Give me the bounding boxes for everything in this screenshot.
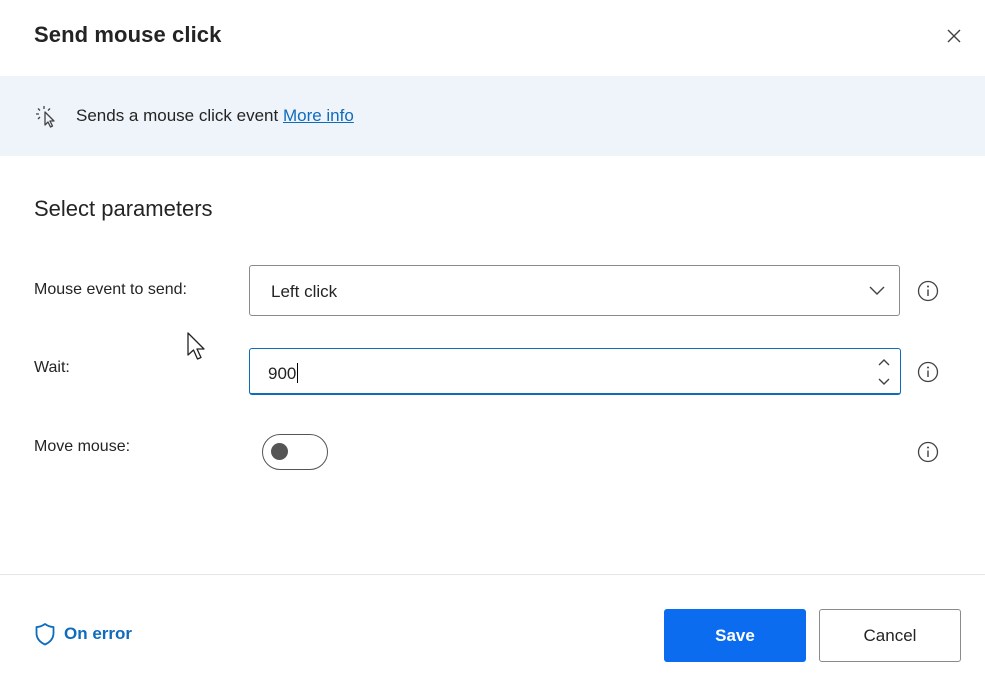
wait-input[interactable]: 900 xyxy=(249,348,901,395)
banner-text: Sends a mouse click event xyxy=(76,106,283,125)
wait-spinner[interactable] xyxy=(876,353,892,389)
mouse-event-value: Left click xyxy=(271,282,338,301)
on-error-button[interactable]: On error xyxy=(34,622,132,646)
info-icon[interactable] xyxy=(916,360,940,384)
close-icon xyxy=(947,29,961,43)
on-error-label: On error xyxy=(64,624,133,643)
wait-label: Wait: xyxy=(34,359,70,376)
chevron-down-icon xyxy=(869,286,885,295)
mouse-click-icon xyxy=(36,106,55,128)
mouse-event-dropdown[interactable]: Left click xyxy=(249,265,900,316)
mouse-event-label: Mouse event to send: xyxy=(34,281,187,298)
more-info-link[interactable]: More info xyxy=(283,106,354,125)
move-mouse-label: Move mouse: xyxy=(34,438,131,455)
footer-divider xyxy=(0,574,985,575)
close-button[interactable] xyxy=(938,22,970,50)
save-button[interactable]: Save xyxy=(664,609,806,662)
chevron-down-icon[interactable] xyxy=(876,373,892,389)
send-mouse-click-dialog: Send mouse click Sends a mouse click eve… xyxy=(0,0,985,677)
chevron-up-icon[interactable] xyxy=(876,355,892,371)
info-icon[interactable] xyxy=(916,279,940,303)
section-title: Select parameters xyxy=(34,196,213,221)
toggle-knob xyxy=(271,443,288,460)
wait-value-text: 900 xyxy=(268,364,297,383)
dialog-title: Send mouse click xyxy=(34,22,222,47)
shield-icon xyxy=(35,623,55,646)
move-mouse-toggle[interactable] xyxy=(262,434,328,470)
cancel-button[interactable]: Cancel xyxy=(819,609,961,662)
banner-description: Sends a mouse click event More info xyxy=(76,106,354,126)
text-caret xyxy=(297,363,299,383)
mouse-pointer-icon xyxy=(187,332,205,360)
wait-value: 900 xyxy=(268,363,299,384)
info-icon[interactable] xyxy=(916,440,940,464)
